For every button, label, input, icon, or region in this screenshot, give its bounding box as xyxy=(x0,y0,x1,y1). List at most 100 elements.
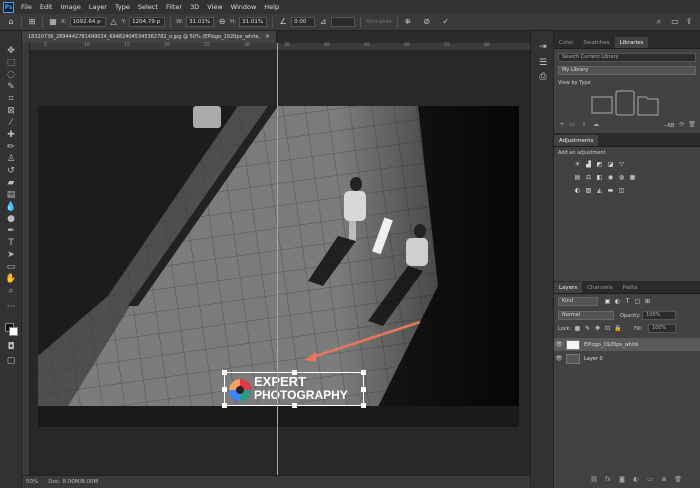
transform-handle[interactable] xyxy=(361,403,366,408)
commit-transform-icon[interactable]: ✓ xyxy=(441,17,451,27)
search-icon[interactable]: ⌕ xyxy=(654,17,664,27)
share-icon[interactable]: ⇪ xyxy=(684,17,694,27)
posterize-icon[interactable]: ▨ xyxy=(585,187,592,194)
canvas-area[interactable]: EXPERT PHOTOGRAPHY xyxy=(30,51,530,475)
transform-handle[interactable] xyxy=(292,403,297,408)
clone-stamp-tool-icon[interactable]: ♙ xyxy=(5,153,17,165)
edit-toolbar-icon[interactable]: ··· xyxy=(5,301,17,313)
exposure-icon[interactable]: ◪ xyxy=(607,161,614,168)
transform-handle[interactable] xyxy=(222,403,227,408)
vertical-ruler[interactable] xyxy=(22,43,30,475)
color-balance-icon[interactable]: ⚖ xyxy=(585,174,592,181)
filter-smart-icon[interactable]: ⊞ xyxy=(644,298,651,305)
eraser-tool-icon[interactable]: ▰ xyxy=(5,177,17,189)
menu-select[interactable]: Select xyxy=(134,3,162,11)
document-image[interactable]: EXPERT PHOTOGRAPHY xyxy=(38,106,519,427)
menu-layer[interactable]: Layer xyxy=(85,3,111,11)
dodge-tool-icon[interactable]: ● xyxy=(5,213,17,225)
add-content-icon[interactable]: + xyxy=(558,121,566,129)
relative-position-icon[interactable]: △ xyxy=(109,17,119,27)
y-position-field[interactable]: 1204.79 p xyxy=(129,17,166,27)
zoom-level[interactable]: 50% xyxy=(26,476,38,488)
view-by-dropdown[interactable]: View by Type xyxy=(558,80,591,86)
history-brush-tool-icon[interactable]: ↺ xyxy=(5,165,17,177)
lock-all-icon[interactable]: 🔒 xyxy=(614,325,621,332)
new-adjustment-icon[interactable]: ◐ xyxy=(632,476,640,484)
new-group-icon[interactable]: ▭ xyxy=(646,476,654,484)
lock-pixels-icon[interactable]: ✎ xyxy=(584,325,591,332)
workspace-icon[interactable]: ▭ xyxy=(670,17,680,27)
antialias-label[interactable]: Anti-alias xyxy=(366,19,392,25)
eyedropper-tool-icon[interactable]: ⁄ xyxy=(5,117,17,129)
menu-window[interactable]: Window xyxy=(227,3,261,11)
skew-field[interactable] xyxy=(331,17,356,27)
tab-swatches[interactable]: Swatches xyxy=(578,37,614,48)
properties-icon[interactable]: ☰ xyxy=(537,57,549,69)
threshold-icon[interactable]: ◭ xyxy=(596,187,603,194)
menu-edit[interactable]: Edit xyxy=(36,3,57,11)
menu-filter[interactable]: Filter xyxy=(162,3,186,11)
healing-brush-tool-icon[interactable]: ✚ xyxy=(5,129,17,141)
background-color-swatch[interactable] xyxy=(9,327,18,336)
link-icon[interactable]: ⊖ xyxy=(217,17,227,27)
lock-transparent-icon[interactable]: ▦ xyxy=(574,325,581,332)
hand-tool-icon[interactable]: ✋ xyxy=(5,273,17,285)
add-mask-icon[interactable]: ◙ xyxy=(618,476,626,484)
lock-artboard-icon[interactable]: ⊡ xyxy=(604,325,611,332)
tab-layers[interactable]: Layers xyxy=(554,282,583,293)
cloud-icon[interactable]: ☁ xyxy=(592,121,600,129)
history-icon[interactable]: ⎙ xyxy=(537,71,549,83)
rectangle-tool-icon[interactable]: ▭ xyxy=(5,261,17,273)
quick-mask-icon[interactable]: ◘ xyxy=(5,341,17,353)
collapse-panels-icon[interactable]: ⇥ xyxy=(537,41,549,53)
opacity-field[interactable]: 100% xyxy=(642,311,676,320)
document-tab[interactable]: 18320736_2894442781499024_69482404534536… xyxy=(22,31,277,52)
type-tool-icon[interactable]: T xyxy=(5,237,17,249)
menu-3d[interactable]: 3D xyxy=(186,3,203,11)
new-layer-icon[interactable]: ⊞ xyxy=(660,476,668,484)
menu-help[interactable]: Help xyxy=(260,3,283,11)
horizontal-ruler[interactable]: 5 10 15 20 25 30 35 40 45 50 55 60 xyxy=(30,43,530,51)
tab-paths[interactable]: Paths xyxy=(618,282,643,293)
pen-tool-icon[interactable]: ✒ xyxy=(5,225,17,237)
transform-handle[interactable] xyxy=(222,370,227,375)
x-position-field[interactable]: 1092.64 p xyxy=(69,17,106,27)
vertical-guide[interactable] xyxy=(277,43,278,475)
cancel-transform-icon[interactable]: ⊘ xyxy=(422,17,432,27)
tab-color[interactable]: Color xyxy=(554,37,578,48)
transform-handle[interactable] xyxy=(361,370,366,375)
gradient-map-icon[interactable]: ▬ xyxy=(607,187,614,194)
filter-adjustment-icon[interactable]: ◐ xyxy=(614,298,621,305)
layer-row[interactable]: 👁 EPlogo_1920px_white xyxy=(554,338,700,351)
menu-view[interactable]: View xyxy=(203,3,226,11)
path-selection-tool-icon[interactable]: ➤ xyxy=(5,249,17,261)
folder-icon[interactable]: ▭ xyxy=(568,121,576,129)
close-tab-icon[interactable]: × xyxy=(265,31,270,43)
width-field[interactable]: 31.01% xyxy=(186,17,215,27)
library-select[interactable]: My Library xyxy=(558,66,696,75)
menu-file[interactable]: File xyxy=(17,3,36,11)
home-icon[interactable]: ⌂ xyxy=(6,17,16,27)
filter-shape-icon[interactable]: ▢ xyxy=(634,298,641,305)
reference-point-icon[interactable]: ⊞ xyxy=(27,17,37,27)
warp-icon[interactable]: ⛯ xyxy=(403,17,413,27)
selective-color-icon[interactable]: ◫ xyxy=(618,187,625,194)
frame-tool-icon[interactable]: ⊠ xyxy=(5,105,17,117)
layer-style-icon[interactable]: fx xyxy=(604,476,612,484)
layer-name[interactable]: Layer 0 xyxy=(584,356,603,362)
lasso-tool-icon[interactable]: ◌ xyxy=(5,69,17,81)
library-search-input[interactable]: Search Current Library xyxy=(558,53,696,62)
import-icon[interactable]: ⇩ xyxy=(580,121,588,129)
transform-handle[interactable] xyxy=(222,387,227,392)
filter-type-icon[interactable]: T xyxy=(624,298,631,305)
photo-filter-icon[interactable]: ◉ xyxy=(607,174,614,181)
delete-library-icon[interactable]: 🗑 xyxy=(688,121,696,129)
fill-field[interactable]: 100% xyxy=(648,324,676,333)
channel-mixer-icon[interactable]: ◍ xyxy=(618,174,625,181)
color-lookup-icon[interactable]: ▦ xyxy=(629,174,636,181)
tab-libraries[interactable]: Libraries xyxy=(614,37,649,48)
move-tool-icon[interactable]: ✥ xyxy=(5,45,17,57)
layer-row[interactable]: 👁 Layer 0 xyxy=(554,352,700,365)
lock-position-icon[interactable]: ✥ xyxy=(594,325,601,332)
blur-tool-icon[interactable]: 💧 xyxy=(5,201,17,213)
